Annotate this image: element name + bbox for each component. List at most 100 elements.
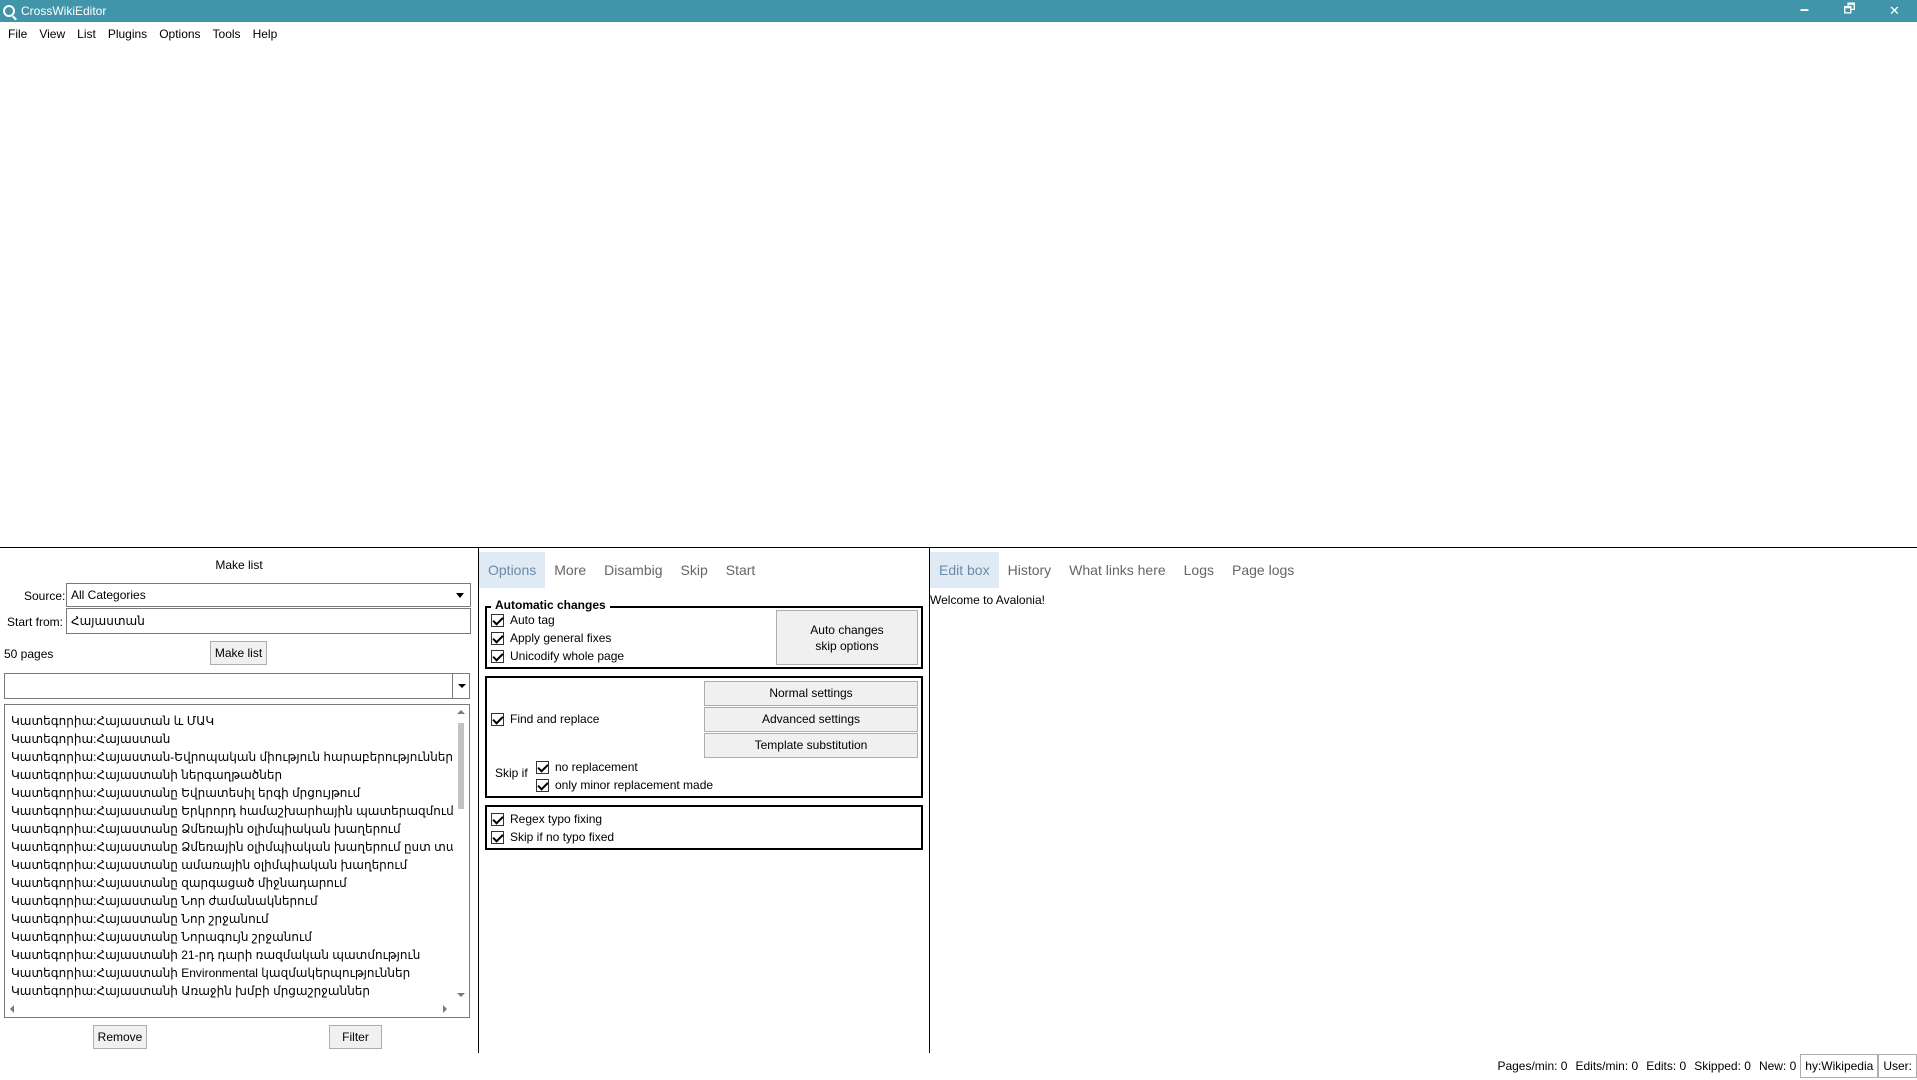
user-indicator[interactable]: User:	[1878, 1054, 1917, 1078]
tab-start[interactable]: Start	[717, 552, 765, 588]
maximize-button[interactable]: 🗗	[1827, 0, 1872, 22]
source-label: Source:	[24, 589, 66, 603]
tab-what-links-here[interactable]: What links here	[1060, 552, 1174, 588]
list-item[interactable]: Կատեգորիա:Հայաստանը Ձմեռային օլիմպիական …	[11, 820, 453, 838]
auto-changes-skip-options-button[interactable]: Auto changes skip options	[776, 610, 918, 665]
close-button[interactable]: ✕	[1872, 0, 1917, 22]
source-select[interactable]: All Categories	[66, 583, 471, 607]
no-replacement-option[interactable]: no replacement	[536, 760, 638, 774]
scroll-right-icon[interactable]	[443, 1005, 447, 1013]
list-vertical-scrollbar[interactable]	[453, 705, 469, 1001]
menu-plugins[interactable]: Plugins	[102, 22, 153, 46]
list-item[interactable]: Կատեգորիա:Հայաստանը Նորագույն շրջանում	[11, 928, 453, 946]
start-from-label: Start from:	[7, 615, 64, 629]
chevron-down-icon	[458, 684, 466, 688]
list-item[interactable]: Կատեգորիա:Հայաստանի Առաջին խմբի մրցաշրջա…	[11, 982, 453, 1000]
no-replacement-label: no replacement	[555, 760, 638, 774]
source-value: All Categories	[71, 588, 146, 602]
app-logo-icon	[3, 5, 15, 17]
list-item[interactable]: Կատեգորիա:Հայաստանի Environmental կազմակ…	[11, 964, 453, 982]
menu-list[interactable]: List	[71, 22, 102, 46]
minor-replacement-option[interactable]: only minor replacement made	[536, 778, 713, 792]
general-fixes-label: Apply general fixes	[510, 631, 612, 645]
chevron-down-icon	[456, 593, 464, 598]
left-panel-divider	[478, 548, 479, 1053]
edit-box-content[interactable]: Welcome to Avalonia!	[930, 593, 1045, 607]
auto-tag-checkbox[interactable]	[491, 613, 504, 627]
find-replace-option[interactable]: Find and replace	[491, 712, 599, 726]
make-list-button[interactable]: Make list	[210, 641, 267, 665]
tab-more[interactable]: More	[545, 552, 595, 588]
page-list[interactable]: Կատեգորիա:Հայաստան և ՄԱԿ Կատեգորիա:Հայաս…	[4, 704, 470, 1018]
regex-typo-checkbox[interactable]	[491, 812, 504, 826]
remove-button[interactable]: Remove	[93, 1025, 147, 1049]
tab-logs[interactable]: Logs	[1175, 552, 1223, 588]
unicodify-label: Unicodify whole page	[510, 649, 625, 663]
automatic-changes-legend: Automatic changes	[491, 598, 610, 612]
project-indicator[interactable]: hy:Wikipedia	[1800, 1054, 1879, 1078]
menu-options[interactable]: Options	[153, 22, 206, 46]
list-item[interactable]: Կատեգորիա:Հայաստանը Նոր շրջանում	[11, 910, 453, 928]
scroll-left-icon[interactable]	[10, 1005, 14, 1013]
advanced-settings-button[interactable]: Advanced settings	[704, 707, 918, 732]
general-fixes-option[interactable]: Apply general fixes	[491, 631, 611, 645]
panel-separator	[0, 547, 1917, 548]
list-horizontal-scrollbar[interactable]	[5, 1001, 469, 1017]
unicodify-checkbox[interactable]	[491, 649, 504, 663]
skip-no-typo-label: Skip if no typo fixed	[510, 830, 615, 844]
list-item[interactable]: Կատեգորիա:Հայաստան-Եվրոպական միություն հ…	[11, 748, 453, 766]
pages-per-minute: Pages/min: 0	[1497, 1059, 1568, 1073]
tab-history[interactable]: History	[999, 552, 1061, 588]
page-count: 50 pages	[4, 647, 54, 661]
list-item[interactable]: Կատեգորիա:Հայաստանի ներգաղթածներ	[11, 766, 453, 784]
tab-page-logs[interactable]: Page logs	[1223, 552, 1303, 588]
menu-help[interactable]: Help	[247, 22, 284, 46]
list-item[interactable]: Կատեգորիա:Հայաստանը ամառային օլիմպիական …	[11, 856, 453, 874]
skipped-count: Skipped: 0	[1694, 1059, 1751, 1073]
find-replace-label: Find and replace	[510, 712, 600, 726]
scroll-up-icon[interactable]	[457, 710, 465, 714]
menu-file[interactable]: File	[2, 22, 33, 46]
tab-disambig[interactable]: Disambig	[595, 552, 671, 588]
menu-bar: File View List Plugins Options Tools Hel…	[0, 22, 283, 46]
auto-tag-option[interactable]: Auto tag	[491, 613, 555, 627]
template-substitution-button[interactable]: Template substitution	[704, 733, 918, 758]
skip-if-label: Skip if	[495, 766, 528, 780]
skip-no-typo-checkbox[interactable]	[491, 830, 504, 844]
tab-skip[interactable]: Skip	[672, 552, 717, 588]
list-item[interactable]: Կատեգորիա:Հայաստանը Ձմեռային օլիմպիական …	[11, 838, 453, 856]
tab-edit-box[interactable]: Edit box	[930, 552, 999, 588]
regex-typo-label: Regex typo fixing	[510, 812, 603, 826]
scroll-down-icon[interactable]	[457, 993, 465, 997]
normal-settings-button[interactable]: Normal settings	[704, 681, 918, 706]
no-replacement-checkbox[interactable]	[536, 760, 549, 774]
auto-tag-label: Auto tag	[510, 613, 555, 627]
list-item[interactable]: Կատեգորիա:Հայաստանը Եվրատեսիլ երգի մրցու…	[11, 784, 453, 802]
filter-button[interactable]: Filter	[329, 1025, 382, 1049]
list-filter-dropdown[interactable]	[452, 673, 470, 699]
minor-replacement-checkbox[interactable]	[536, 778, 549, 792]
start-from-input[interactable]: Հայաստան	[66, 608, 471, 634]
list-item[interactable]: Կատեգորիա:Հայաստանը զարգացած միջնադարում	[11, 874, 453, 892]
list-item[interactable]: Կատեգորիա:Հայաստան և ՄԱԿ	[11, 712, 453, 730]
tab-options[interactable]: Options	[479, 552, 546, 588]
minor-replacement-label: only minor replacement made	[555, 778, 714, 792]
regex-typo-option[interactable]: Regex typo fixing	[491, 812, 602, 826]
menu-view[interactable]: View	[33, 22, 71, 46]
skip-no-typo-option[interactable]: Skip if no typo fixed	[491, 830, 614, 844]
skip-options-label-line2: skip options	[815, 639, 879, 653]
list-item[interactable]: Կատեգորիա:Հայաստանը Նոր ժամանակներում	[11, 892, 453, 910]
find-replace-checkbox[interactable]	[491, 712, 504, 726]
list-item[interactable]: Կատեգորիա:Հայաստանի 21-րդ դարի ռազմական …	[11, 946, 453, 964]
general-fixes-checkbox[interactable]	[491, 631, 504, 645]
list-item[interactable]: Կատեգորիա:Հայաստան	[11, 730, 453, 748]
list-item[interactable]: Կատեգորիա:Հայաստանը Երկրորդ համաշխարհայի…	[11, 802, 453, 820]
options-tabs: Options More Disambig Skip Start	[479, 552, 764, 588]
minimize-button[interactable]: 🗕	[1782, 0, 1827, 22]
menu-tools[interactable]: Tools	[207, 22, 247, 46]
right-panel-divider	[929, 548, 930, 1053]
list-filter-input[interactable]	[4, 673, 470, 699]
scroll-thumb[interactable]	[458, 723, 464, 809]
edits-per-minute: Edits/min: 0	[1575, 1059, 1639, 1073]
unicodify-option[interactable]: Unicodify whole page	[491, 649, 624, 663]
